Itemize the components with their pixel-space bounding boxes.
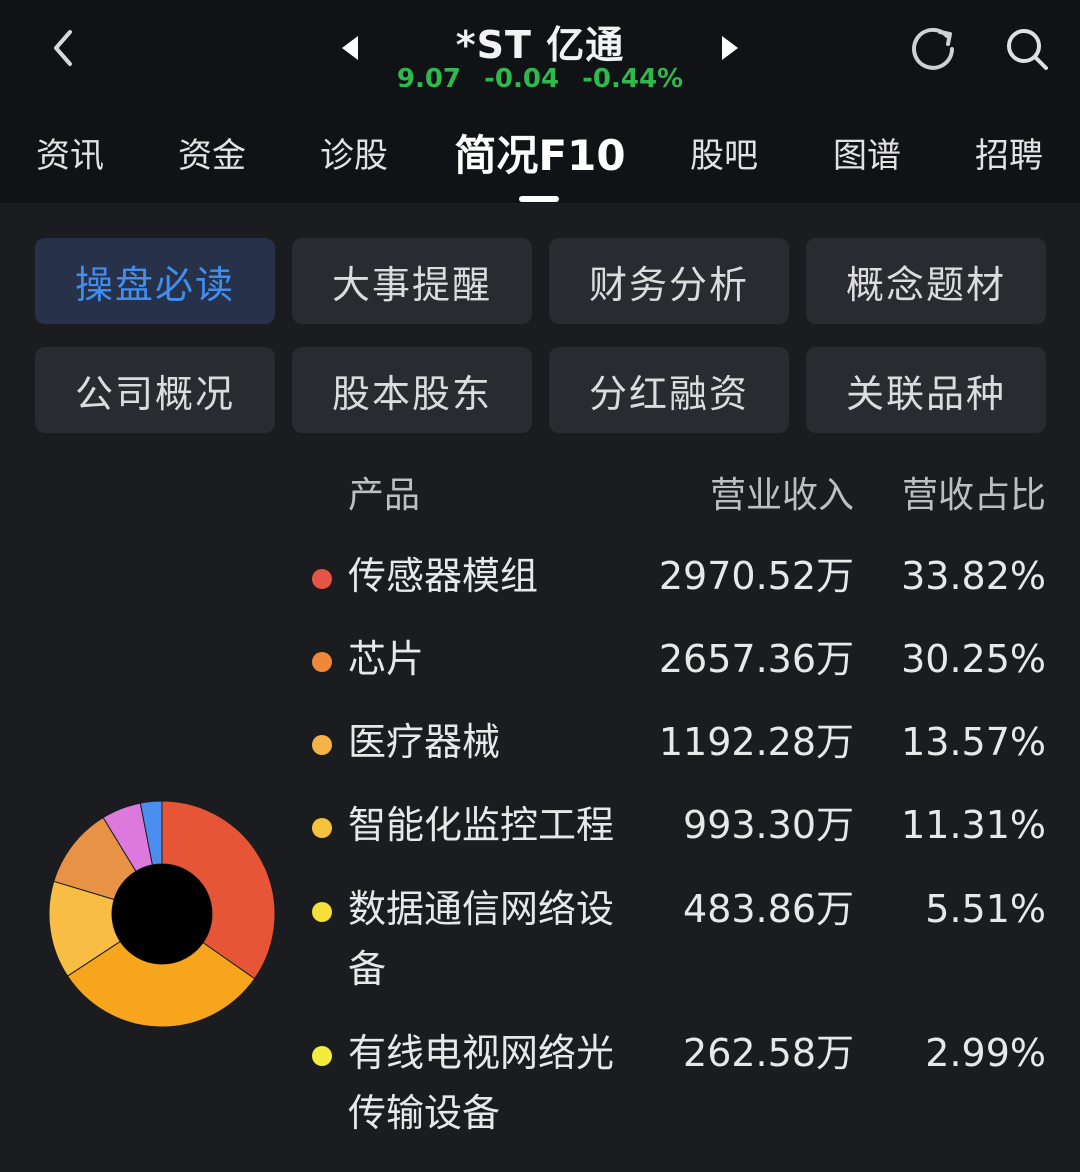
tab-news[interactable]: 资讯	[36, 128, 104, 177]
product-revenue: 993.30万	[683, 803, 854, 847]
legend-dot-icon	[312, 569, 332, 589]
product-ratio: 30.25%	[901, 637, 1046, 681]
next-triangle-icon[interactable]	[716, 32, 744, 64]
tab-f10[interactable]: 简况F10	[454, 122, 625, 183]
header-ratio: 营收占比	[901, 475, 1046, 516]
subnav-trading-guide[interactable]: 操盘必读	[35, 238, 275, 324]
product-ratio: 13.57%	[901, 720, 1046, 764]
top-bar: *ST 亿通 9.07 -0.04 -0.44% 资讯 资金 诊股 简况F10 …	[0, 0, 1080, 203]
header-product: 产品	[348, 475, 421, 516]
product-revenue: 483.86万	[683, 887, 854, 931]
subnav-financials[interactable]: 财务分析	[549, 238, 789, 324]
product-name: 医疗器械	[348, 720, 501, 764]
product-name: 传感器模组	[348, 554, 539, 598]
header-revenue: 营业收入	[709, 475, 854, 516]
refresh-icon[interactable]	[906, 22, 960, 76]
tab-diagnosis[interactable]: 诊股	[320, 128, 388, 177]
product-ratio: 11.31%	[901, 803, 1046, 847]
subnav-events[interactable]: 大事提醒	[292, 238, 532, 324]
tab-funds[interactable]: 资金	[178, 128, 246, 177]
stock-change: -0.04	[484, 64, 560, 94]
product-ratio: 33.82%	[901, 554, 1046, 598]
subnav-concepts[interactable]: 概念题材	[806, 238, 1046, 324]
product-name: 芯片	[348, 637, 425, 681]
stock-title: *ST 亿通	[455, 23, 625, 67]
subnav-shareholders[interactable]: 股本股东	[292, 347, 532, 433]
product-name: 智能化监控工程	[348, 803, 615, 847]
product-name: 有线电视网络光传输设备	[348, 1031, 615, 1135]
donut-hole	[112, 864, 212, 964]
product-ratio: 2.99%	[925, 1031, 1046, 1075]
legend-dot-icon	[312, 652, 332, 672]
prev-triangle-icon[interactable]	[336, 32, 364, 64]
search-icon[interactable]	[1000, 22, 1054, 76]
product-revenue: 2970.52万	[658, 554, 854, 598]
main-tabs: 资讯 资金 诊股 简况F10 股吧 图谱 招聘	[0, 128, 1080, 188]
subnav-dividends[interactable]: 分红融资	[549, 347, 789, 433]
revenue-donut-chart	[48, 800, 276, 1028]
product-revenue: 262.58万	[683, 1031, 854, 1075]
back-arrow-icon[interactable]	[40, 24, 88, 72]
legend-dot-icon	[312, 735, 332, 755]
tab-forum[interactable]: 股吧	[690, 128, 758, 177]
tab-jobs[interactable]: 招聘	[975, 128, 1043, 177]
product-name: 数据通信网络设备	[348, 887, 615, 991]
legend-dot-icon	[312, 902, 332, 922]
legend-dot-icon	[312, 818, 332, 838]
tab-indicator	[519, 196, 559, 202]
product-revenue: 1192.28万	[658, 720, 854, 764]
stock-change-pct: -0.44%	[582, 64, 684, 94]
stock-price: 9.07	[396, 64, 462, 94]
subnav-company-profile[interactable]: 公司概况	[35, 347, 275, 433]
stock-quote: 9.07 -0.04 -0.44%	[380, 64, 700, 94]
tab-graph[interactable]: 图谱	[833, 128, 901, 177]
legend-dot-icon	[312, 1046, 332, 1066]
product-ratio: 5.51%	[925, 887, 1046, 931]
product-revenue: 2657.36万	[658, 637, 854, 681]
subnav-related[interactable]: 关联品种	[806, 347, 1046, 433]
